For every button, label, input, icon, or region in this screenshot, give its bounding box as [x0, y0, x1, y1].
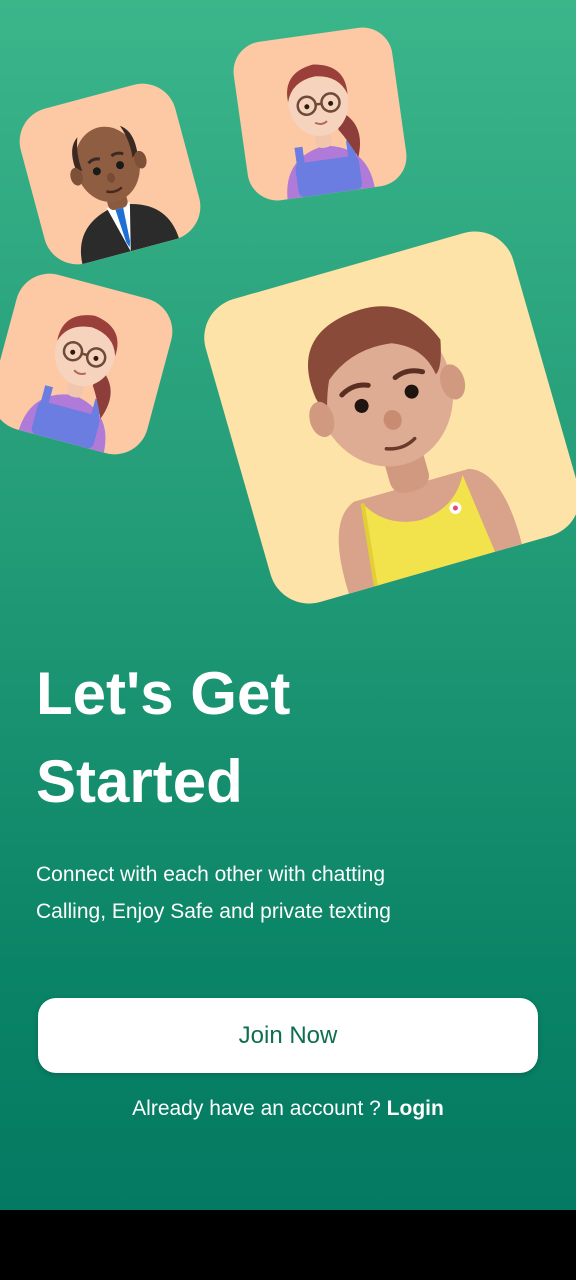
- avatar-man-yellow-tank: [194, 221, 576, 614]
- login-link[interactable]: Login: [387, 1097, 444, 1120]
- login-prompt-row: Already have an account ? Login: [0, 1097, 576, 1121]
- avatar-woman-glasses-1: [229, 23, 411, 205]
- subtitle-line-2: Calling, Enjoy Safe and private texting: [36, 900, 391, 923]
- join-now-button[interactable]: Join Now: [38, 998, 538, 1073]
- avatar-bald-man: [12, 76, 208, 272]
- subtitle-line-1: Connect with each other with chatting: [36, 863, 386, 886]
- onboarding-screen: Let's Get Started Connect with each othe…: [0, 0, 576, 1210]
- man-yellow-tank-illustration: [308, 306, 522, 594]
- login-prompt-text: Already have an account ?: [132, 1097, 381, 1120]
- avatar-woman-glasses-2: [0, 266, 180, 462]
- system-navigation-bar: [0, 1210, 576, 1280]
- page-title: Let's Get Started: [36, 650, 516, 826]
- woman-glasses-illustration: [18, 315, 118, 453]
- title-line-2: Started: [36, 748, 243, 815]
- title-line-1: Let's Get: [36, 660, 291, 727]
- woman-glasses-illustration: [287, 64, 375, 200]
- bald-man-illustration: [70, 125, 180, 265]
- subtitle: Connect with each other with chatting Ca…: [36, 856, 536, 930]
